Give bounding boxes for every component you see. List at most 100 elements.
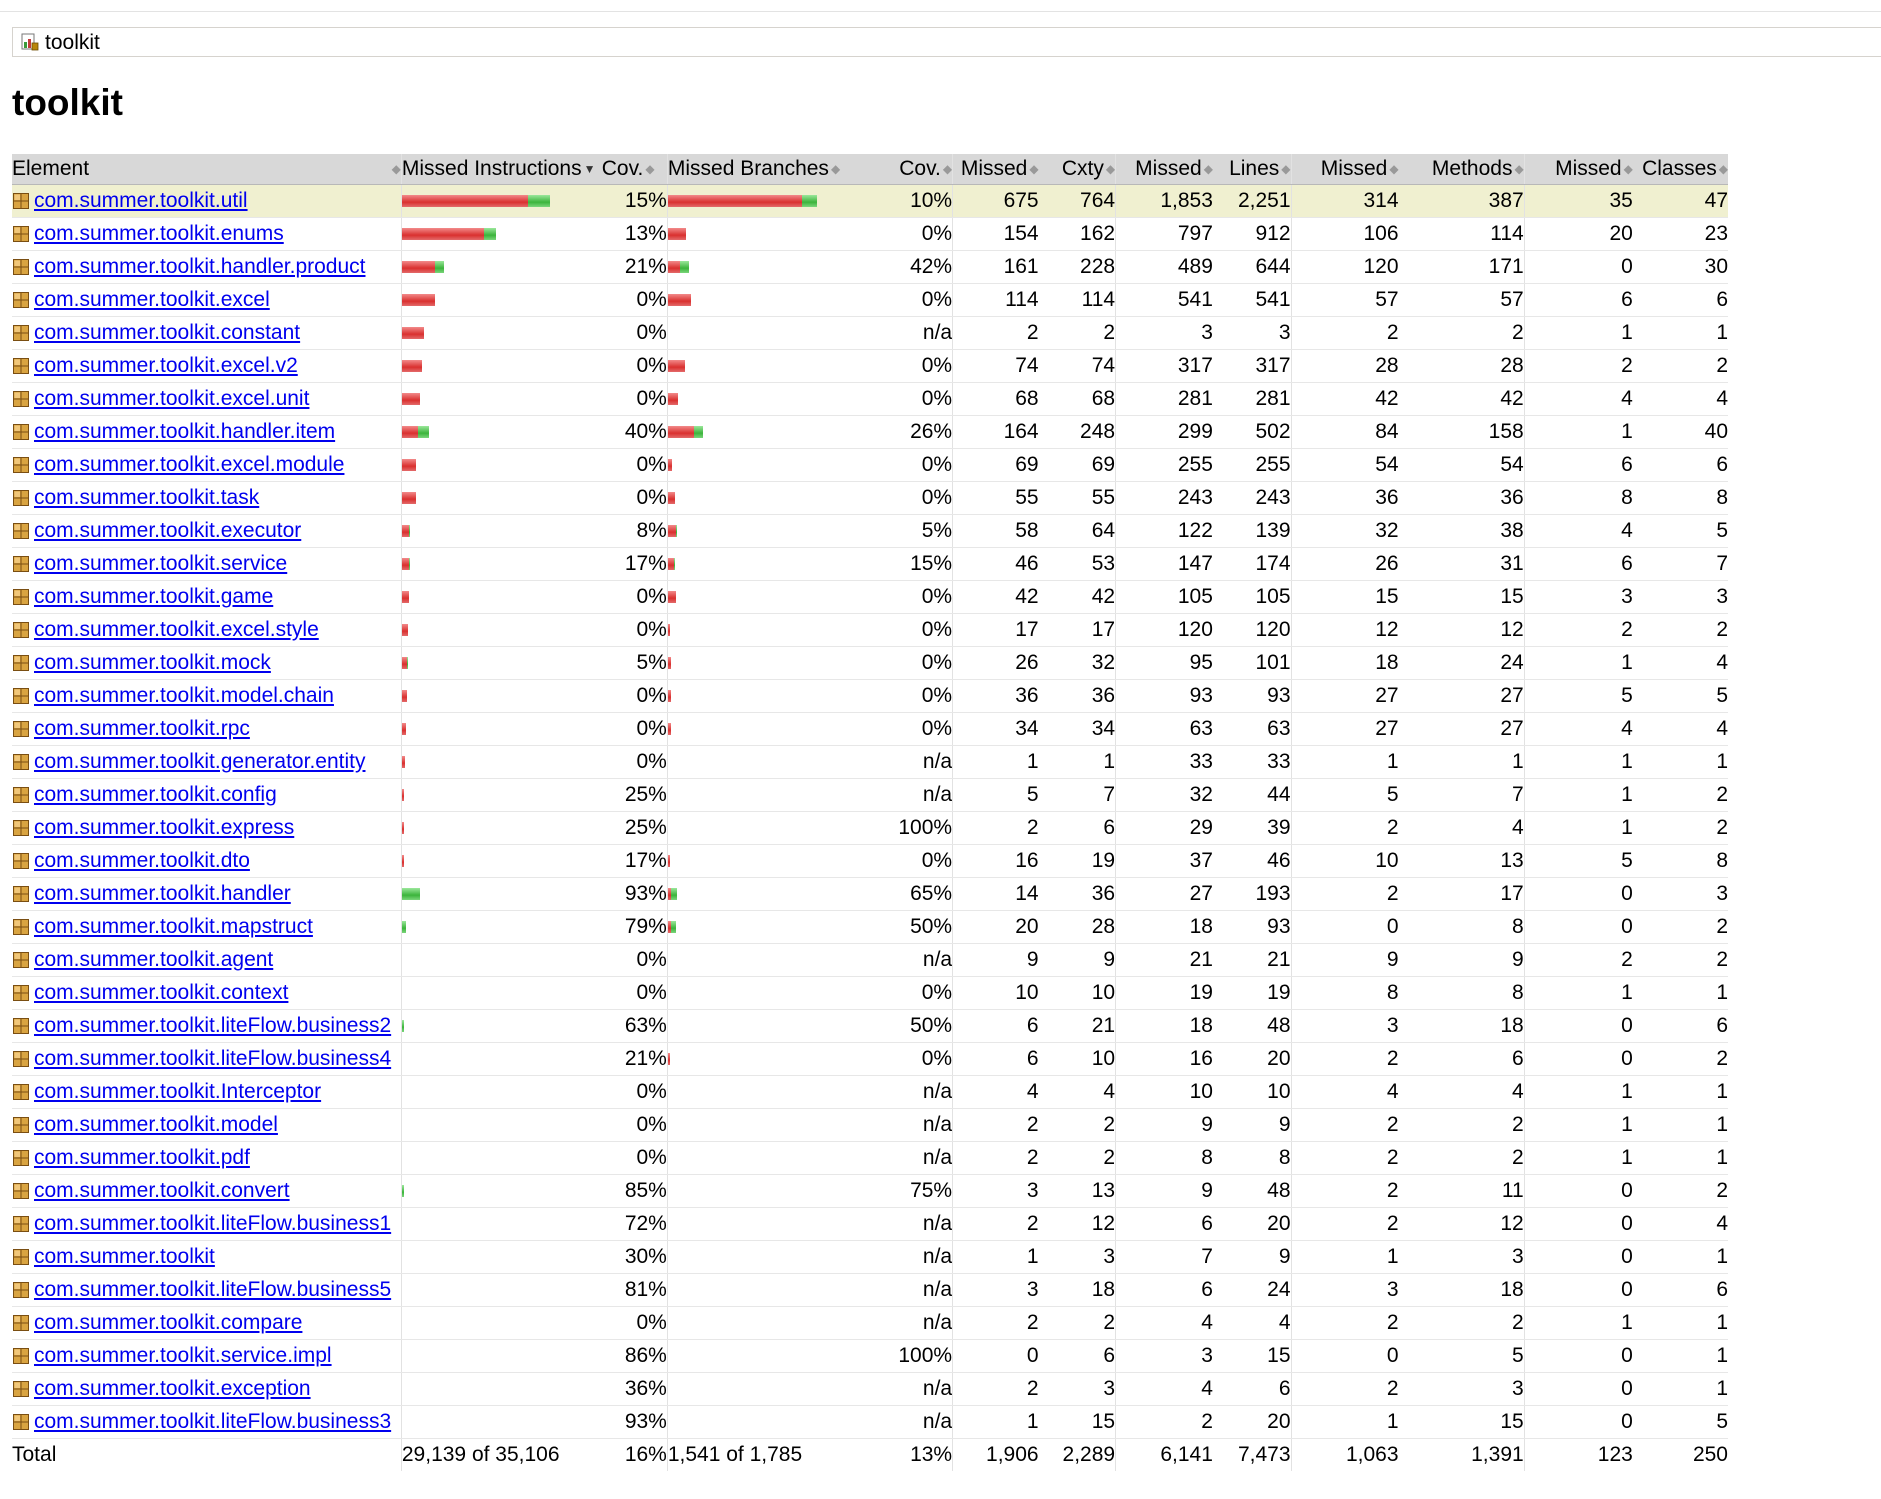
missed-classes: 2 xyxy=(1524,349,1633,383)
package-link[interactable]: com.summer.toolkit.mapstruct xyxy=(34,915,313,938)
package-link[interactable]: com.summer.toolkit xyxy=(34,1245,215,1268)
complexity: 114 xyxy=(1038,283,1117,317)
package-link[interactable]: com.summer.toolkit.constant xyxy=(34,321,300,344)
missed-branches-bar xyxy=(667,1273,860,1307)
package-link[interactable]: com.summer.toolkit.config xyxy=(34,783,277,806)
package-link[interactable]: com.summer.toolkit.excel.module xyxy=(34,453,344,476)
package-link[interactable]: com.summer.toolkit.liteFlow.business3 xyxy=(34,1410,391,1433)
package-link[interactable]: com.summer.toolkit.handler.product xyxy=(34,255,366,278)
package-link[interactable]: com.summer.toolkit.enums xyxy=(34,222,284,245)
branch-coverage: 0% xyxy=(859,580,954,614)
header-branch-coverage[interactable]: Cov. ◆ xyxy=(859,154,954,185)
header-complexity[interactable]: Cxty ◆ xyxy=(1038,154,1117,185)
header-missed-instructions[interactable]: Missed Instructions ▼ xyxy=(401,154,602,185)
header-methods[interactable]: Methods ◆ xyxy=(1398,154,1525,185)
header-missed-methods[interactable]: Missed ◆ xyxy=(1291,154,1399,185)
package-link[interactable]: com.summer.toolkit.model xyxy=(34,1113,278,1136)
element-cell: com.summer.toolkit.Interceptor xyxy=(12,1075,402,1109)
header-classes[interactable]: Classes ◆ xyxy=(1632,154,1728,185)
package-link[interactable]: com.summer.toolkit.handler xyxy=(34,882,291,905)
package-link[interactable]: com.summer.toolkit.rpc xyxy=(34,717,250,740)
classes: 30 xyxy=(1632,250,1728,284)
header-missed-classes[interactable]: Missed ◆ xyxy=(1524,154,1633,185)
table-row: com.summer.toolkit.liteFlow.business2 63%… xyxy=(12,1009,1728,1043)
missed-bar-segment xyxy=(667,425,694,438)
missed-branches-bar xyxy=(667,184,860,218)
package-link[interactable]: com.summer.toolkit.liteFlow.business2 xyxy=(34,1014,391,1037)
package-link[interactable]: com.summer.toolkit.task xyxy=(34,486,259,509)
instruction-coverage: 5% xyxy=(601,646,668,680)
package-link[interactable]: com.summer.toolkit.generator.entity xyxy=(34,750,365,773)
package-link[interactable]: com.summer.toolkit.mock xyxy=(34,651,271,674)
package-link[interactable]: com.summer.toolkit.game xyxy=(34,585,273,608)
element-cell: com.summer.toolkit.service xyxy=(12,547,402,581)
missed-bar-segment xyxy=(401,623,408,636)
lines: 105 xyxy=(1212,580,1292,614)
missed-instructions-bar xyxy=(401,514,602,548)
complexity: 36 xyxy=(1038,679,1117,713)
branch-coverage: 26% xyxy=(859,415,954,449)
header-missed-branches[interactable]: Missed Branches ◆ xyxy=(667,154,860,185)
covered-bar-segment xyxy=(670,920,676,933)
package-link[interactable]: com.summer.toolkit.excel.v2 xyxy=(34,354,298,377)
missed-classes: 35 xyxy=(1524,184,1633,218)
package-link[interactable]: com.summer.toolkit.excel xyxy=(34,288,270,311)
package-icon xyxy=(12,1046,30,1067)
lines: 9 xyxy=(1212,1240,1292,1274)
missed-complexity: 5 xyxy=(952,778,1039,812)
complexity: 6 xyxy=(1038,811,1117,845)
instruction-coverage: 0% xyxy=(601,943,668,977)
missed-lines: 7 xyxy=(1115,1240,1213,1274)
header-lines[interactable]: Lines ◆ xyxy=(1212,154,1292,185)
covered-bar-segment xyxy=(406,656,408,669)
header-instruction-coverage[interactable]: Cov. ◆ xyxy=(601,154,668,185)
instruction-coverage: 0% xyxy=(601,679,668,713)
package-link[interactable]: com.summer.toolkit.Interceptor xyxy=(34,1080,321,1103)
covered-bar-segment xyxy=(693,425,703,438)
header-missed-lines[interactable]: Missed ◆ xyxy=(1115,154,1213,185)
package-link[interactable]: com.summer.toolkit.handler.item xyxy=(34,420,335,443)
missed-instructions-bar xyxy=(401,844,602,878)
classes: 2 xyxy=(1632,1174,1728,1208)
package-link[interactable]: com.summer.toolkit.dto xyxy=(34,849,250,872)
classes: 5 xyxy=(1632,679,1728,713)
branch-coverage: 0% xyxy=(859,712,954,746)
element-cell: com.summer.toolkit.config xyxy=(12,778,402,812)
missed-methods: 1 xyxy=(1291,1405,1399,1439)
package-link[interactable]: com.summer.toolkit.excel.unit xyxy=(34,387,309,410)
table-header-row: Element ◆ Missed Instructions ▼ Cov. ◆ Miss… xyxy=(12,154,1728,185)
package-link[interactable]: com.summer.toolkit.express xyxy=(34,816,294,839)
package-link[interactable]: com.summer.toolkit.compare xyxy=(34,1311,302,1334)
package-link[interactable]: com.summer.toolkit.service.impl xyxy=(34,1344,332,1367)
package-link[interactable]: com.summer.toolkit.util xyxy=(34,189,248,212)
header-missed-complexity[interactable]: Missed ◆ xyxy=(952,154,1039,185)
missed-lines: 18 xyxy=(1115,1009,1213,1043)
missed-lines: 255 xyxy=(1115,448,1213,482)
package-link[interactable]: com.summer.toolkit.liteFlow.business1 xyxy=(34,1212,391,1235)
missed-complexity: 14 xyxy=(952,877,1039,911)
package-link[interactable]: com.summer.toolkit.agent xyxy=(34,948,273,971)
classes: 6 xyxy=(1632,283,1728,317)
lines: 19 xyxy=(1212,976,1292,1010)
package-link[interactable]: com.summer.toolkit.liteFlow.business4 xyxy=(34,1047,391,1070)
header-element[interactable]: Element ◆ xyxy=(12,154,402,185)
lines: 93 xyxy=(1212,910,1292,944)
missed-lines: 27 xyxy=(1115,877,1213,911)
missed-complexity: 46 xyxy=(952,547,1039,581)
package-link[interactable]: com.summer.toolkit.pdf xyxy=(34,1146,250,1169)
package-link[interactable]: com.summer.toolkit.model.chain xyxy=(34,684,334,707)
missed-branches-bar xyxy=(667,1207,860,1241)
package-link[interactable]: com.summer.toolkit.liteFlow.business5 xyxy=(34,1278,391,1301)
missed-classes: 4 xyxy=(1524,712,1633,746)
package-link[interactable]: com.summer.toolkit.excel.style xyxy=(34,618,319,641)
missed-methods: 36 xyxy=(1291,481,1399,515)
lines: 44 xyxy=(1212,778,1292,812)
missed-classes: 0 xyxy=(1524,877,1633,911)
package-link[interactable]: com.summer.toolkit.convert xyxy=(34,1179,290,1202)
package-link[interactable]: com.summer.toolkit.exception xyxy=(34,1377,311,1400)
package-link[interactable]: com.summer.toolkit.executor xyxy=(34,519,301,542)
package-link[interactable]: com.summer.toolkit.service xyxy=(34,552,287,575)
element-cell: com.summer.toolkit.dto xyxy=(12,844,402,878)
methods: 2 xyxy=(1398,1108,1525,1142)
package-link[interactable]: com.summer.toolkit.context xyxy=(34,981,288,1004)
